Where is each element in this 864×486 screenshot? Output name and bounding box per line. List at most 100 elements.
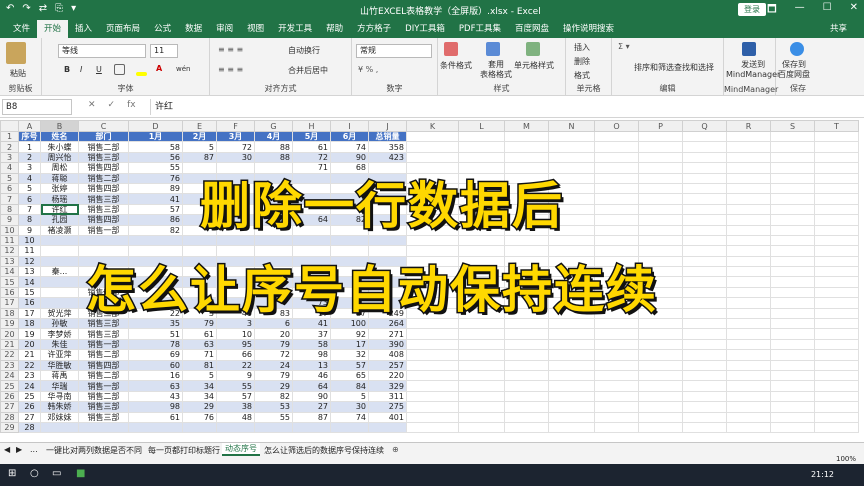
data-cell[interactable] bbox=[292, 266, 331, 278]
cell-style-icon[interactable] bbox=[526, 42, 540, 56]
data-cell[interactable] bbox=[292, 172, 331, 184]
data-cell[interactable] bbox=[216, 214, 255, 226]
column-header[interactable]: Q bbox=[682, 120, 727, 132]
empty-cell[interactable] bbox=[638, 286, 683, 299]
data-cell[interactable]: 17 bbox=[330, 338, 369, 351]
data-cell[interactable]: 12 bbox=[18, 255, 41, 268]
empty-cell[interactable] bbox=[504, 307, 549, 320]
data-cell[interactable] bbox=[182, 421, 217, 434]
empty-cell[interactable] bbox=[594, 162, 639, 174]
empty-cell[interactable] bbox=[548, 390, 595, 403]
empty-cell[interactable] bbox=[406, 307, 459, 320]
data-cell[interactable]: 87 bbox=[292, 411, 331, 423]
select-all-corner[interactable] bbox=[0, 120, 19, 132]
empty-cell[interactable] bbox=[594, 328, 639, 340]
tab-13[interactable]: 百度网盘 bbox=[508, 20, 556, 38]
data-cell[interactable]: 9 bbox=[18, 224, 41, 236]
data-cell[interactable]: 秦... bbox=[40, 266, 79, 278]
data-cell[interactable] bbox=[368, 421, 407, 434]
data-cell[interactable]: 82 bbox=[330, 214, 369, 226]
data-cell[interactable] bbox=[254, 224, 293, 236]
empty-cell[interactable] bbox=[458, 297, 505, 309]
data-cell[interactable] bbox=[216, 297, 255, 309]
empty-cell[interactable] bbox=[594, 369, 639, 382]
data-cell[interactable]: 72 bbox=[216, 141, 255, 153]
data-cell[interactable] bbox=[216, 421, 255, 434]
data-cell[interactable]: 杨瑶 bbox=[40, 193, 79, 205]
data-cell[interactable]: 55 bbox=[128, 162, 183, 174]
row-header[interactable]: 26 bbox=[0, 390, 19, 403]
empty-cell[interactable] bbox=[458, 307, 505, 320]
data-cell[interactable]: 5 bbox=[182, 369, 217, 382]
empty-cell[interactable] bbox=[814, 297, 859, 309]
data-cell[interactable]: 销售三部 bbox=[78, 411, 129, 423]
tab-8[interactable]: 开发工具 bbox=[271, 20, 319, 38]
empty-cell[interactable] bbox=[814, 172, 859, 184]
conditional-format-icon[interactable] bbox=[444, 42, 458, 56]
row-header[interactable]: 1 bbox=[0, 130, 19, 143]
data-cell[interactable] bbox=[182, 234, 217, 247]
empty-cell[interactable] bbox=[814, 162, 859, 174]
data-cell[interactable]: 销售二部 bbox=[78, 390, 129, 403]
empty-cell[interactable] bbox=[548, 255, 595, 268]
empty-cell[interactable] bbox=[548, 276, 595, 288]
data-cell[interactable] bbox=[254, 203, 293, 216]
empty-cell[interactable] bbox=[458, 255, 505, 268]
insert-function-icon[interactable]: fx bbox=[127, 100, 136, 110]
empty-cell[interactable] bbox=[814, 401, 859, 413]
empty-cell[interactable] bbox=[726, 214, 771, 226]
empty-cell[interactable] bbox=[682, 130, 727, 143]
empty-cell[interactable] bbox=[638, 224, 683, 236]
data-cell[interactable] bbox=[78, 297, 129, 309]
phonetic-icon[interactable]: wén bbox=[176, 65, 190, 73]
data-cell[interactable] bbox=[368, 234, 407, 247]
empty-cell[interactable] bbox=[504, 234, 549, 247]
empty-cell[interactable] bbox=[504, 390, 549, 403]
data-cell[interactable] bbox=[254, 172, 293, 184]
data-cell[interactable]: 61 bbox=[292, 141, 331, 153]
empty-cell[interactable] bbox=[726, 224, 771, 236]
empty-cell[interactable] bbox=[638, 234, 683, 247]
column-header[interactable]: E bbox=[182, 120, 217, 132]
empty-cell[interactable] bbox=[406, 380, 459, 392]
data-cell[interactable]: 26 bbox=[18, 401, 41, 413]
empty-cell[interactable] bbox=[638, 421, 683, 434]
data-cell[interactable]: 63 bbox=[182, 338, 217, 351]
data-cell[interactable] bbox=[254, 286, 293, 299]
data-cell[interactable] bbox=[78, 276, 129, 288]
data-cell[interactable]: 69 bbox=[128, 349, 183, 361]
data-cell[interactable] bbox=[40, 286, 79, 299]
empty-cell[interactable] bbox=[548, 401, 595, 413]
row-header[interactable]: 3 bbox=[0, 151, 19, 164]
data-cell[interactable]: 24 bbox=[254, 359, 293, 372]
empty-cell[interactable] bbox=[682, 214, 727, 226]
data-cell[interactable] bbox=[368, 255, 407, 268]
empty-cell[interactable] bbox=[458, 234, 505, 247]
data-cell[interactable] bbox=[182, 224, 217, 236]
data-cell[interactable]: 22 bbox=[216, 359, 255, 372]
data-cell[interactable]: 249 bbox=[368, 307, 407, 320]
empty-cell[interactable] bbox=[814, 266, 859, 278]
empty-cell[interactable] bbox=[458, 266, 505, 278]
fill-color-icon[interactable] bbox=[136, 64, 147, 76]
data-cell[interactable] bbox=[368, 203, 407, 216]
empty-cell[interactable] bbox=[814, 390, 859, 403]
empty-cell[interactable] bbox=[406, 203, 459, 216]
data-cell[interactable] bbox=[40, 255, 79, 268]
data-cell[interactable] bbox=[368, 224, 407, 236]
data-cell[interactable] bbox=[254, 214, 293, 226]
ribbon-display-icon[interactable]: 🗖 bbox=[767, 2, 777, 19]
empty-cell[interactable] bbox=[682, 234, 727, 247]
data-cell[interactable]: 华瑞 bbox=[40, 380, 79, 392]
row-header[interactable]: 24 bbox=[0, 369, 19, 382]
column-header[interactable]: N bbox=[548, 120, 595, 132]
empty-cell[interactable] bbox=[638, 162, 683, 174]
empty-cell[interactable] bbox=[770, 214, 815, 226]
empty-cell[interactable] bbox=[458, 349, 505, 361]
data-cell[interactable]: 76 bbox=[182, 411, 217, 423]
empty-cell[interactable] bbox=[504, 318, 549, 330]
empty-cell[interactable] bbox=[548, 141, 595, 153]
data-cell[interactable]: 5 bbox=[330, 390, 369, 403]
data-cell[interactable]: 14 bbox=[18, 276, 41, 288]
data-cell[interactable] bbox=[330, 234, 369, 247]
